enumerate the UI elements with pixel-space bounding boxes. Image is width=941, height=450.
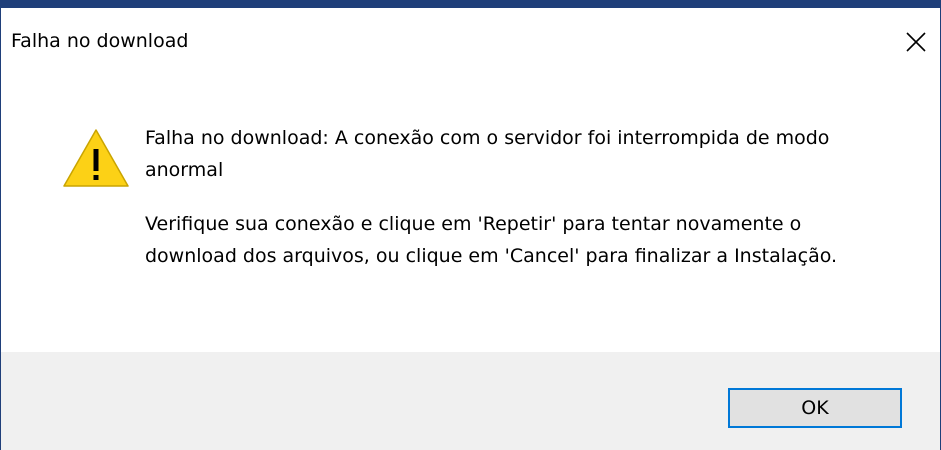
ok-button-label: OK (801, 397, 829, 419)
window-title: Falha no download (11, 30, 189, 52)
close-button[interactable] (902, 28, 930, 56)
button-bar: OK (1, 352, 940, 450)
warning-icon (62, 127, 130, 189)
ok-button[interactable]: OK (728, 388, 902, 428)
close-icon (906, 32, 926, 52)
dialog-content: Falha no download: A conexão com o servi… (1, 70, 940, 360)
title-bar[interactable]: Falha no download (1, 8, 940, 70)
instruction-message: Verifique sua conexão e clique em 'Repet… (145, 213, 838, 267)
dialog-window: Falha no download Falha no download: A c… (0, 0, 941, 450)
message-text: Falha no download: A conexão com o servi… (145, 122, 885, 272)
error-message: Falha no download: A conexão com o servi… (145, 127, 830, 181)
